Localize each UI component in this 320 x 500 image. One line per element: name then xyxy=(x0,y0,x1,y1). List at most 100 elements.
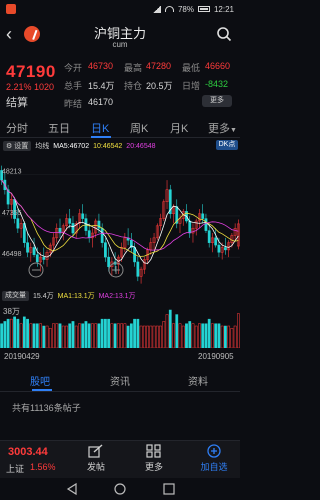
candle-body xyxy=(207,230,211,243)
back-nav-icon[interactable] xyxy=(66,482,77,496)
volume-bar xyxy=(168,309,172,348)
volume-bar xyxy=(204,323,208,348)
volume-bars xyxy=(0,309,240,348)
price-change: 2.21% 1020 xyxy=(6,82,55,92)
volume-bar xyxy=(26,318,29,348)
tab-profile[interactable]: 资料 xyxy=(188,373,208,388)
volume-chart[interactable]: 38万 xyxy=(0,304,240,348)
chart-settings-button[interactable]: ⚙ 设置 xyxy=(3,141,32,151)
volume-bar xyxy=(126,325,130,348)
dk-point-button[interactable]: DK点 xyxy=(216,140,238,150)
volume-bar xyxy=(84,321,88,348)
volume-bar xyxy=(22,316,26,348)
active-content-tab-indicator xyxy=(32,389,52,391)
volume-bar xyxy=(39,323,42,348)
candle-body xyxy=(224,247,227,251)
tab-news[interactable]: 资讯 xyxy=(110,373,130,388)
recents-nav-icon[interactable] xyxy=(163,483,175,495)
volume-bar xyxy=(61,325,65,348)
open-interest-label: 持仓 xyxy=(124,81,143,91)
candle-body xyxy=(201,213,205,219)
tab-weekly-k[interactable]: 周K xyxy=(130,120,148,136)
volume-bar xyxy=(45,325,49,348)
volume-bar xyxy=(198,323,201,348)
ma-title: 均线 xyxy=(35,143,50,150)
candlestick-chart[interactable]: 48213 47355 46498 xyxy=(0,152,240,290)
volume-bar xyxy=(207,318,211,348)
volume-bar xyxy=(42,325,46,348)
candle-body xyxy=(136,261,140,277)
tab-intraday[interactable]: 分时 xyxy=(6,120,28,136)
volume-bar xyxy=(217,323,221,348)
volume-bar xyxy=(175,314,179,348)
volume-bar xyxy=(162,321,166,348)
search-icon[interactable] xyxy=(216,26,232,42)
daily-change-value: -8432 xyxy=(205,79,229,89)
volume-label: 总手 xyxy=(64,81,83,91)
add-watchlist-button[interactable]: 加自选 xyxy=(194,444,234,473)
add-watchlist-label: 加自选 xyxy=(200,462,228,472)
candle-body xyxy=(16,218,20,229)
volume-bar xyxy=(155,325,159,348)
tab-five-day[interactable]: 五日 xyxy=(48,120,70,136)
open-interest-value: 20.5万 xyxy=(146,81,173,91)
tab-more[interactable]: 更多▼ xyxy=(208,120,237,136)
candle-body xyxy=(26,242,29,253)
x-end-date: 20190905 xyxy=(198,352,234,361)
volume-bar xyxy=(149,325,153,348)
candle-body xyxy=(107,256,111,267)
volume-bar xyxy=(201,323,205,348)
volume-bar xyxy=(16,318,20,348)
tab-forum[interactable]: 股吧 xyxy=(30,373,50,388)
volume-bar xyxy=(181,325,185,348)
volume-legend: 成交量 15.4万 MA1:13.1万 MA2:13.1万 xyxy=(0,290,240,302)
volume-bar xyxy=(87,323,91,348)
candle-body xyxy=(104,242,107,258)
low-label: 最低 xyxy=(182,63,201,73)
volume-bar xyxy=(211,323,214,348)
volume-bar xyxy=(159,325,162,348)
back-icon[interactable]: ‹ xyxy=(6,24,20,44)
candle-body xyxy=(217,244,221,253)
settings-label: 设置 xyxy=(14,143,29,150)
brand-logo-icon xyxy=(24,26,40,42)
home-nav-icon[interactable] xyxy=(114,483,126,495)
period-tabs: 分时 五日 日K 周K 月K 更多▼ xyxy=(0,118,240,138)
grid-icon xyxy=(146,444,161,458)
volume-bar xyxy=(91,323,94,348)
volume-bar xyxy=(185,323,188,348)
signal-icon xyxy=(152,5,161,13)
volume-bar xyxy=(172,323,175,348)
volume-bar xyxy=(188,321,192,348)
dropdown-icon: ▼ xyxy=(230,127,237,134)
more-button[interactable]: 更多 xyxy=(134,444,174,473)
candle-body xyxy=(188,220,192,234)
volume-indicator-button[interactable]: 成交量 xyxy=(2,291,29,301)
post-button[interactable]: 发帖 xyxy=(76,444,116,473)
volume-bar xyxy=(123,323,127,348)
tab-daily-k[interactable]: 日K xyxy=(91,120,109,136)
candle-body xyxy=(42,256,46,260)
x-start-date: 20190429 xyxy=(4,352,40,361)
tab-monthly-k[interactable]: 月K xyxy=(170,120,188,136)
index-value[interactable]: 3003.44 xyxy=(8,446,48,458)
volume-bar xyxy=(52,323,55,348)
high-value: 47280 xyxy=(146,61,172,71)
post-label: 发帖 xyxy=(86,462,105,472)
wifi-icon xyxy=(164,6,174,12)
candle-body xyxy=(35,254,39,263)
volume-bar xyxy=(32,323,36,348)
volume-bar xyxy=(214,323,218,348)
prev-settle-label: 昨结 xyxy=(64,99,83,109)
volume-bar xyxy=(133,318,136,348)
last-price: 47190 xyxy=(6,62,56,81)
volume-bar xyxy=(71,321,75,348)
open-value: 46730 xyxy=(88,61,114,71)
volume-bar xyxy=(104,318,107,348)
volume-bar xyxy=(194,325,198,348)
volume-bar xyxy=(116,323,120,348)
more-quote-button[interactable]: 更多 xyxy=(202,95,232,107)
index-name: 上证 xyxy=(6,464,25,474)
volume-bar xyxy=(107,318,111,348)
candle-body xyxy=(81,213,85,219)
